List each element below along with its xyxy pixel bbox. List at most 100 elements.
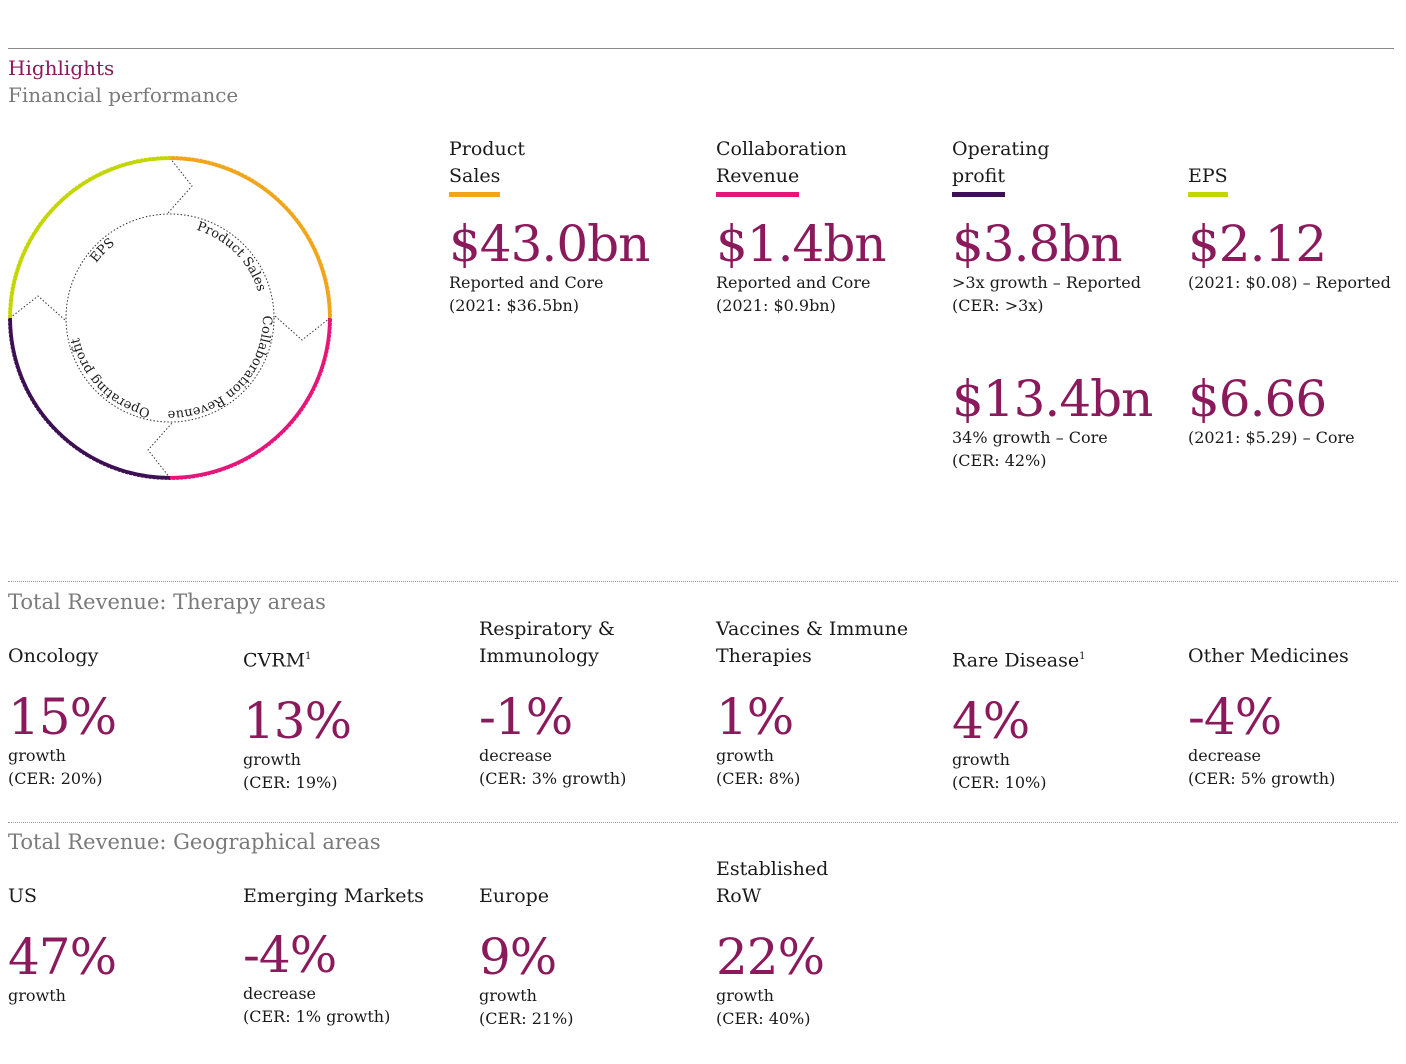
kpi-product-sales: Product Sales $43.0bn Reported and Core … — [449, 136, 650, 317]
kpi-note: (2021: $36.5bn) — [449, 296, 580, 315]
area-label: Therapies — [716, 645, 812, 667]
area-label: Other Medicines — [1188, 645, 1349, 667]
area-change-word: decrease — [243, 984, 317, 1003]
area-change-word: decrease — [479, 746, 553, 765]
geo-divider — [8, 822, 1398, 823]
geo-item-emerging-markets: Emerging Markets -4% decrease (CER: 1% g… — [243, 856, 424, 1028]
area-pct: 9% — [479, 928, 557, 986]
kpi-eps: EPS $2.12 (2021: $0.08) – Reported $6.66… — [1188, 136, 1391, 449]
kpi-collaboration-revenue: Collaboration Revenue $1.4bn Reported an… — [716, 136, 887, 317]
kpi-label-line1: Collaboration — [716, 138, 847, 160]
wheel-label-eps: EPS — [87, 235, 117, 265]
area-change-word: growth — [8, 986, 66, 1005]
therapy-item-rare-disease: Rare Disease1 4% growth (CER: 10%) — [952, 616, 1085, 794]
eps-arc — [8, 156, 171, 319]
kpi-label-line2: Revenue — [716, 163, 800, 197]
area-label: Europe — [479, 885, 550, 907]
area-cer: (CER: 5% growth) — [1188, 769, 1336, 788]
kpi-note: >3x growth – Reported — [952, 273, 1141, 292]
area-pct: -1% — [479, 688, 573, 746]
section-subtitle: Financial performance — [8, 83, 239, 107]
kpi-value-core: $13.4bn — [952, 370, 1153, 428]
area-label: CVRM — [243, 649, 306, 672]
footnote-marker: 1 — [305, 651, 312, 662]
area-change-word: decrease — [1188, 746, 1262, 765]
area-pct: -4% — [243, 926, 337, 984]
area-label: Emerging Markets — [243, 885, 424, 907]
area-change-word: growth — [716, 986, 774, 1005]
area-change-word: growth — [8, 746, 66, 765]
area-label-line1 — [8, 616, 116, 643]
area-label: Rare Disease — [952, 649, 1080, 672]
kpi-label-line2: profit — [952, 163, 1005, 197]
kpi-operating-profit: Operating profit $3.8bn >3x growth – Rep… — [952, 136, 1153, 472]
area-label: RoW — [716, 885, 762, 907]
therapy-item-other-medicines: Other Medicines -4% decrease (CER: 5% gr… — [1188, 616, 1349, 790]
product-sales-arc — [169, 156, 332, 319]
area-pct: 4% — [952, 692, 1030, 751]
kpi-note: (2021: $5.29) – Core — [1188, 428, 1355, 447]
kpi-label-line2: Sales — [449, 163, 501, 197]
area-label: Oncology — [8, 645, 99, 667]
kpi-note: (2021: $0.08) – Reported — [1188, 273, 1391, 292]
area-cer: (CER: 1% growth) — [243, 1007, 391, 1026]
kpi-value: $3.8bn — [952, 215, 1123, 273]
kpi-value: $2.12 — [1188, 215, 1327, 273]
section-title: Highlights — [8, 56, 115, 80]
area-label-line1 — [243, 616, 351, 643]
area-pct: 22% — [716, 928, 825, 986]
therapy-item-vaccines: Vaccines & Immune Therapies 1% growth (C… — [716, 616, 908, 790]
area-label-line1 — [243, 856, 424, 883]
wheel-label-product-sales: Product Sales — [195, 219, 269, 293]
kpi-value: $43.0bn — [449, 215, 650, 273]
area-pct: -4% — [1188, 688, 1282, 746]
area-cer: (CER: 20%) — [8, 769, 103, 788]
therapy-divider — [8, 581, 1398, 582]
kpi-note: (CER: 42%) — [952, 451, 1047, 470]
geo-section-title: Total Revenue: Geographical areas — [8, 830, 381, 854]
top-divider — [8, 48, 1394, 49]
area-cer: (CER: 8%) — [716, 769, 801, 788]
area-pct: 15% — [8, 688, 117, 746]
kpi-note: (2021: $0.9bn) — [716, 296, 836, 315]
area-label-line1: Vaccines & Immune — [716, 618, 909, 640]
area-cer: (CER: 10%) — [952, 773, 1047, 793]
kpi-note: (CER: >3x) — [952, 296, 1044, 315]
kpi-note: 34% growth – Core — [952, 428, 1108, 447]
area-cer: (CER: 40%) — [716, 1009, 811, 1028]
area-pct: 47% — [8, 928, 117, 986]
geo-item-europe: Europe 9% growth (CER: 21%) — [479, 856, 574, 1030]
operating-profit-arc — [8, 317, 171, 480]
area-change-word: growth — [952, 750, 1010, 770]
area-label-line1 — [1188, 616, 1349, 643]
area-cer: (CER: 3% growth) — [479, 769, 627, 788]
area-change-word: growth — [716, 746, 774, 765]
area-label-line1 — [479, 856, 574, 883]
area-label-line1 — [8, 856, 116, 883]
kpi-label-line1: Product — [449, 138, 525, 160]
therapy-item-respiratory: Respiratory & Immunology -1% decrease (C… — [479, 616, 626, 790]
kpi-value-core: $6.66 — [1188, 370, 1327, 428]
area-label: Immunology — [479, 645, 599, 667]
area-label: US — [8, 885, 38, 907]
kpi-note: Reported and Core — [449, 273, 604, 292]
area-pct: 1% — [716, 688, 794, 746]
area-cer: (CER: 21%) — [479, 1009, 574, 1028]
collaboration-revenue-arc — [169, 317, 332, 480]
area-cer: (CER: 19%) — [243, 773, 338, 793]
footnote-marker: 1 — [1079, 651, 1086, 662]
kpi-note: Reported and Core — [716, 273, 871, 292]
kpi-value: $1.4bn — [716, 215, 887, 273]
geo-item-us: US 47% growth — [8, 856, 117, 1007]
wheel-label-operating-profit: Operating profit — [68, 336, 152, 420]
therapy-section-title: Total Revenue: Therapy areas — [8, 590, 326, 614]
therapy-item-cvrm: CVRM1 13% growth (CER: 19%) — [243, 616, 352, 794]
area-label-line1: Respiratory & — [479, 618, 615, 640]
therapy-item-oncology: Oncology 15% growth (CER: 20%) — [8, 616, 117, 790]
area-change-word: growth — [243, 750, 301, 770]
area-pct: 13% — [243, 692, 352, 751]
kpi-label-line1 — [1188, 136, 1391, 163]
financial-performance-wheel: Product Sales Collaboration Revenue Oper… — [7, 155, 333, 481]
wheel-label-collaboration-revenue: Collaboration Revenue — [167, 315, 274, 421]
area-label-line1 — [952, 616, 1085, 643]
